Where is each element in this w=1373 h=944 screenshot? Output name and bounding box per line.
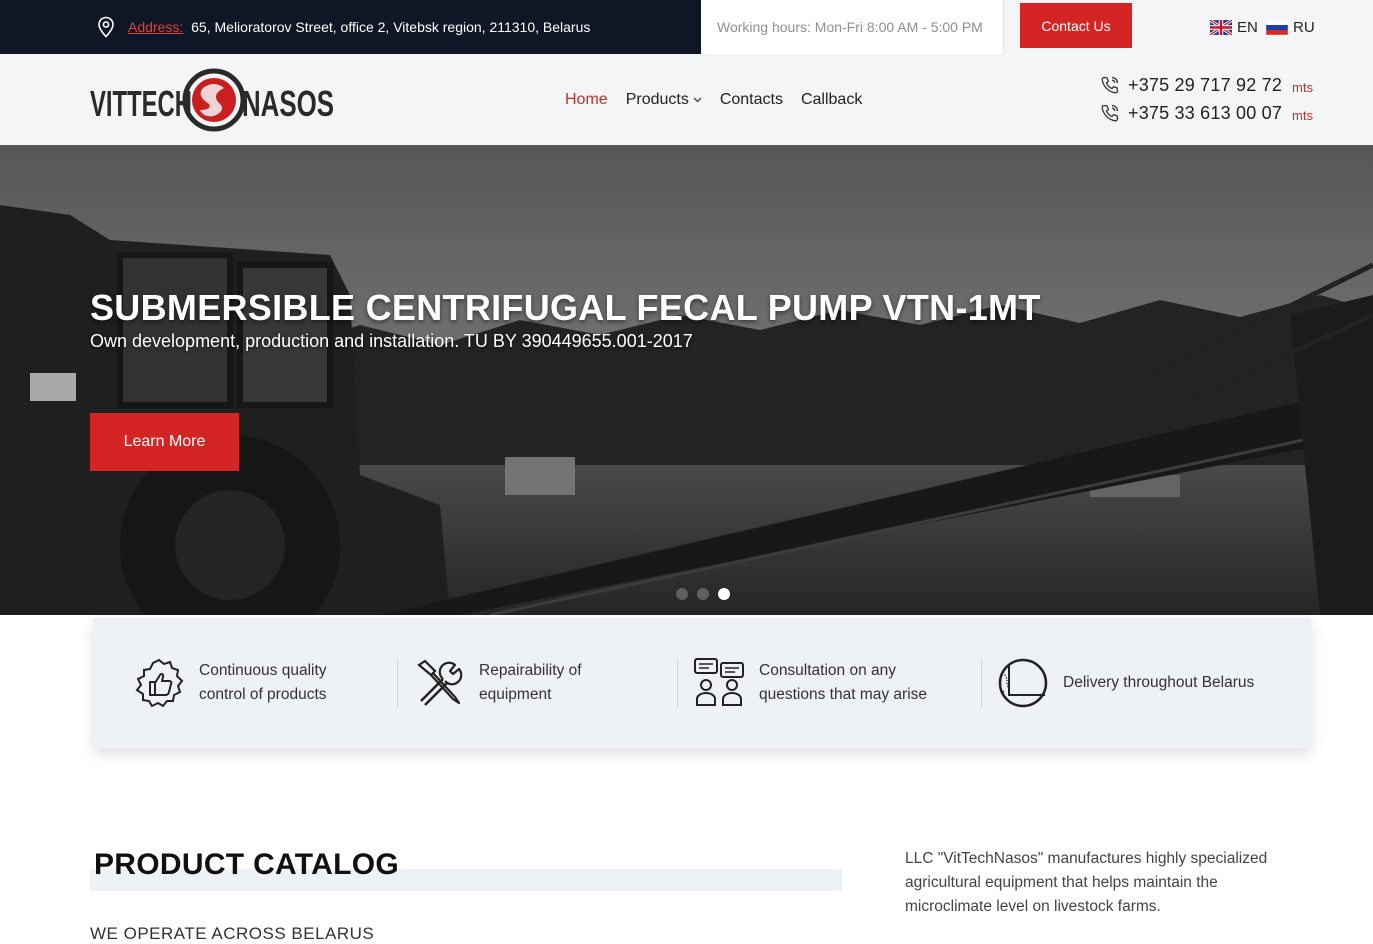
consultation-icon — [694, 658, 744, 706]
phone-row: +375 33 613 00 07 mts — [1100, 99, 1315, 127]
feature-text: Consultation on any questions that may a… — [759, 659, 927, 707]
hero-background-image — [0, 145, 1373, 615]
lang-en-label: EN — [1237, 18, 1258, 36]
nav-products[interactable]: Products — [626, 91, 702, 109]
feature-divider — [677, 658, 678, 708]
about-text: LLC "VitTechNasos" manufactures highly s… — [905, 850, 1268, 915]
working-hours: Working hours: Mon-Fri 8:00 AM - 5:00 PM — [701, 0, 1004, 54]
phone-operator: mts — [1292, 79, 1313, 95]
feature-line: Repairability of — [479, 662, 582, 679]
feature-divider — [981, 658, 982, 708]
feature-line: Delivery throughout Belarus — [1063, 674, 1255, 691]
phone-operator: mts — [1292, 107, 1313, 123]
svg-text:NASOS: NASOS — [242, 83, 334, 124]
address-text: 65, Melioratorov Street, office 2, Viteb… — [191, 19, 591, 35]
chevron-down-icon — [693, 97, 702, 102]
phone-icon — [1101, 104, 1119, 122]
feature-item: Delivery throughout Belarus — [997, 658, 1254, 708]
feature-line: questions that may arise — [759, 686, 928, 703]
phone-number[interactable]: +375 29 717 92 72 — [1128, 75, 1282, 96]
uk-flag-icon — [1210, 19, 1232, 35]
feature-text: Continuous quality control of products — [199, 659, 327, 707]
catalog-title: PRODUCT CATALOG — [94, 848, 400, 881]
svg-text:VITTECH: VITTECH — [90, 83, 192, 124]
feature-item: Repairability of equipment — [413, 658, 582, 708]
site-header: VITTECH NASOS Home Products Contacts Cal… — [0, 54, 1373, 145]
contact-us-button[interactable]: Contact Us — [1020, 3, 1132, 48]
hero-subtitle: Own development, production and installa… — [90, 331, 693, 351]
feature-line: Consultation on any — [759, 662, 897, 679]
russia-flag-icon — [1266, 19, 1288, 35]
lang-ru-label: RU — [1293, 18, 1315, 36]
learn-more-button[interactable]: Learn More — [90, 413, 239, 471]
feature-item: Continuous quality control of products — [133, 658, 327, 708]
main-nav: Home Products Contacts Callback — [565, 54, 862, 145]
slider-dot-active[interactable] — [718, 588, 730, 600]
hero-title: SUBMERSIBLE CENTRIFUGAL FECAL PUMP VTN-1… — [90, 287, 1041, 328]
feature-text: Delivery throughout Belarus — [1063, 671, 1254, 695]
address: Address: 65, Melioratorov Street, office… — [96, 0, 590, 54]
feature-line: equipment — [479, 686, 552, 703]
catalog-subtitle: WE OPERATE ACROSS BELARUS — [90, 924, 375, 943]
nav-products-label: Products — [625, 90, 689, 108]
hero-slider: SUBMERSIBLE CENTRIFUGAL FECAL PUMP VTN-1… — [0, 145, 1373, 615]
phone-icon — [1101, 76, 1119, 94]
feature-line: control of products — [199, 686, 327, 703]
phone-number[interactable]: +375 33 613 00 07 — [1128, 103, 1282, 124]
nav-home[interactable]: Home — [565, 91, 608, 109]
feature-item: Consultation on any questions that may a… — [693, 658, 927, 708]
feature-divider — [397, 658, 398, 708]
location-pin-icon — [98, 16, 114, 38]
address-label[interactable]: Address: — [128, 19, 183, 35]
nav-contacts[interactable]: Contacts — [720, 91, 783, 109]
slider-dot[interactable] — [697, 588, 709, 600]
phone-list: +375 29 717 92 72 mts +375 33 613 00 07 … — [1100, 71, 1315, 127]
lang-en-button[interactable]: EN — [1210, 0, 1258, 54]
address-bar: Address: 65, Melioratorov Street, office… — [0, 0, 701, 54]
lang-ru-button[interactable]: RU — [1266, 0, 1315, 54]
thumbs-up-badge-icon — [135, 658, 184, 708]
wrench-screwdriver-icon — [417, 659, 463, 706]
slider-dot[interactable] — [676, 588, 688, 600]
site-logo[interactable]: VITTECH NASOS — [90, 66, 336, 134]
features-bar: Continuous quality control of products R… — [93, 618, 1311, 748]
phone-row: +375 29 717 92 72 mts — [1100, 71, 1315, 99]
feature-line: Continuous quality — [199, 662, 327, 679]
slider-dots — [676, 588, 730, 600]
globe-icon — [998, 658, 1048, 708]
top-bar: Address: 65, Melioratorov Street, office… — [0, 0, 1373, 54]
feature-text: Repairability of equipment — [479, 659, 582, 707]
nav-callback[interactable]: Callback — [801, 91, 862, 109]
